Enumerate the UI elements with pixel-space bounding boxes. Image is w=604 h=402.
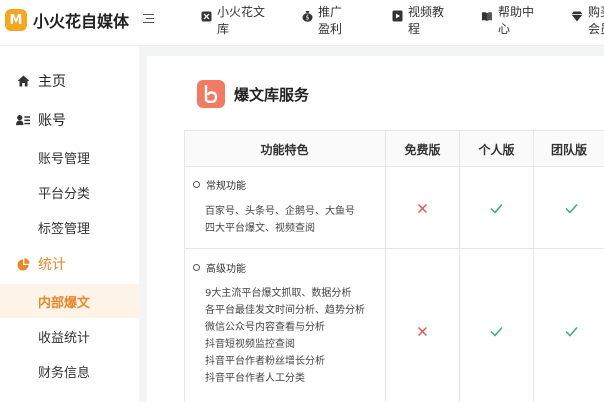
table-column-divider	[385, 130, 386, 402]
bullet-circle-icon	[193, 181, 200, 188]
sidebar-item-label: 财务信息	[38, 365, 91, 381]
column-header-personal: 个人版	[478, 142, 515, 157]
check-icon	[564, 324, 578, 338]
service-logo-icon	[197, 80, 225, 108]
feature-line: 四大平台爆文、视频查阅	[205, 223, 315, 234]
feature-group-title: 常规功能	[193, 177, 246, 192]
sidebar-item-revenue-statistics[interactable]: 收益统计	[0, 319, 139, 353]
cross-icon	[415, 324, 429, 338]
table-row: 常规功能 百家号、头条号、企鹅号、大鱼号 四大平台爆文、视频查阅	[184, 167, 604, 249]
sidebar-item-label: 统计	[38, 257, 66, 273]
sidebar-item-financial-info[interactable]: 财务信息	[0, 354, 139, 388]
table-column-divider	[533, 130, 534, 402]
feature-group-label: 常规功能	[206, 181, 246, 192]
video-icon	[391, 10, 403, 22]
sidebar-item-label: 内部爆文	[38, 295, 91, 311]
check-icon	[489, 201, 503, 215]
feature-line: 抖音短视频监控查阅	[205, 339, 295, 350]
app-name: 小火花自媒体	[33, 12, 130, 31]
sidebar-item-label: 平台分类	[38, 186, 91, 202]
library-icon	[200, 10, 212, 22]
feature-line: 抖音平台作者粉丝增长分析	[205, 356, 325, 367]
sidebar-item-label: 标签管理	[38, 221, 91, 237]
diamond-icon	[571, 10, 583, 22]
sidebar-item-internal-hot-articles[interactable]: 内部爆文	[0, 284, 139, 318]
column-header-features: 功能特色	[260, 142, 309, 157]
column-header-team: 团队版	[550, 142, 587, 157]
account-icon	[16, 113, 30, 127]
feature-line: 微信公众号内容查看与分析	[205, 322, 325, 333]
sidebar-item-label: 账号	[38, 113, 66, 129]
check-icon	[489, 324, 503, 338]
nav-promotion-label: 推广盈利	[318, 5, 343, 36]
feature-line: 抖音平台作者人工分类	[205, 373, 305, 384]
feature-group-label: 高级功能	[206, 264, 246, 275]
feature-group-title: 高级功能	[193, 260, 246, 275]
sidebar-item-home[interactable]: 主页	[0, 64, 139, 98]
sidebar: 主页 账号 账号管理 平台分类 标签管理 统计 内部爆文 收益统计 财务信息	[0, 46, 139, 402]
nav-buy-membership[interactable]: 购买会员	[571, 4, 604, 38]
svg-text:$: $	[305, 15, 309, 22]
feature-line: 百家号、头条号、企鹅号、大鱼号	[205, 206, 355, 217]
bullet-circle-icon	[193, 264, 200, 271]
feature-line: 9大主流平台爆文抓取、数据分析	[205, 288, 352, 299]
sidebar-item-statistics[interactable]: 统计	[0, 247, 139, 281]
cross-icon	[415, 201, 429, 215]
table-column-divider	[459, 130, 460, 402]
home-icon	[16, 74, 30, 88]
sidebar-item-label: 账号管理	[38, 151, 91, 167]
nav-promotion[interactable]: $ 推广盈利	[301, 4, 361, 38]
money-bag-icon: $	[301, 10, 313, 22]
pie-chart-icon	[16, 257, 30, 271]
nav-help-label: 帮助中心	[498, 5, 535, 36]
nav-library-label: 小火花文库	[217, 5, 266, 36]
nav-buy-label: 购买会员	[588, 5, 604, 36]
table-border-left	[184, 130, 185, 402]
nav-library[interactable]: 小火花文库	[200, 4, 275, 38]
sidebar-item-account-management[interactable]: 账号管理	[0, 140, 139, 174]
sidebar-item-label: 主页	[38, 74, 66, 90]
book-icon	[481, 10, 493, 22]
sidebar-item-tag-management[interactable]: 标签管理	[0, 210, 139, 244]
table-row: 高级功能 9大主流平台爆文抓取、数据分析 各平台最佳发文时间分析、趋势分析 微信…	[184, 249, 604, 402]
top-header: M 小火花自媒体 小火花文库 $ 推广盈利 视频教程 帮助中心 购买会员	[0, 0, 604, 46]
nav-help-center[interactable]: 帮助中心	[481, 4, 543, 38]
service-title: 爆文库服务	[234, 85, 310, 104]
check-icon	[564, 201, 578, 215]
service-header: 爆文库服务	[197, 80, 309, 108]
logo-badge: M	[5, 9, 27, 31]
sidebar-item-label: 收益统计	[38, 330, 91, 346]
sidebar-item-platform-category[interactable]: 平台分类	[0, 175, 139, 209]
feature-line: 各平台最佳发文时间分析、趋势分析	[205, 305, 365, 316]
table-header-row: 功能特色 免费版 个人版 团队版	[184, 130, 604, 167]
nav-video-tutorial[interactable]: 视频教程	[391, 4, 453, 38]
column-header-free: 免费版	[404, 142, 441, 157]
app-logo[interactable]: M 小火花自媒体	[5, 8, 129, 32]
nav-video-label: 视频教程	[408, 5, 445, 36]
sidebar-item-account[interactable]: 账号	[0, 103, 139, 137]
menu-toggle-icon[interactable]	[143, 11, 157, 25]
